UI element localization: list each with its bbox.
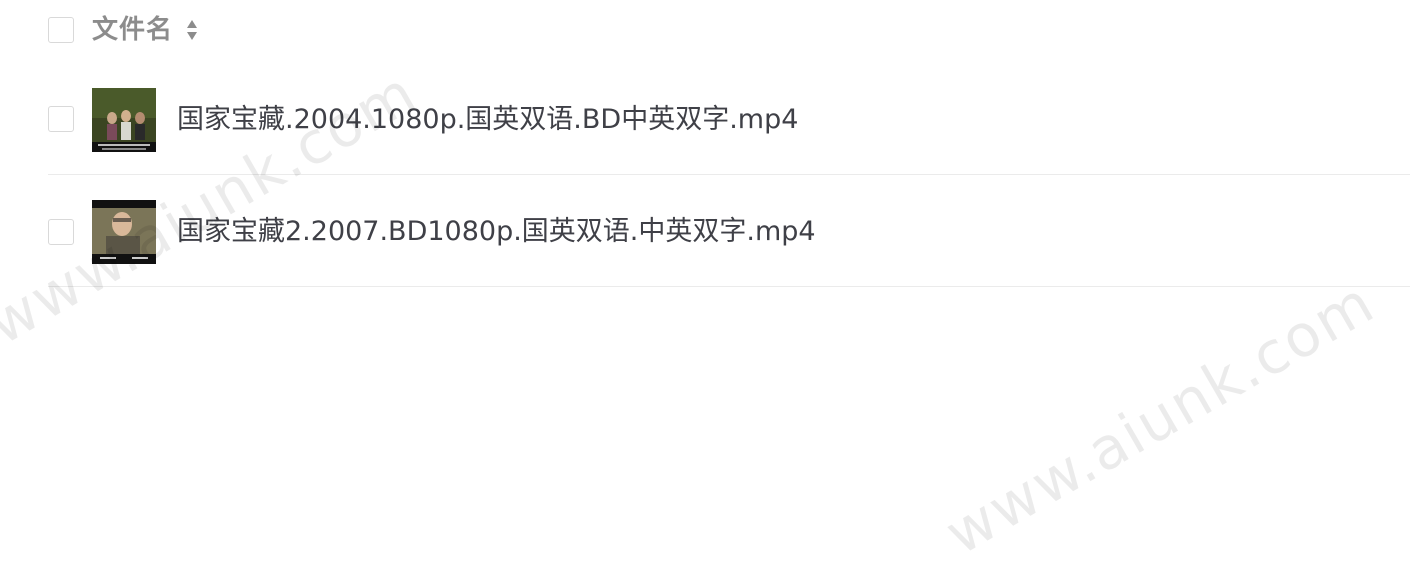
row-checkbox[interactable] (48, 219, 74, 245)
file-row[interactable]: 国家宝藏2.2007.BD1080p.国英双语.中英双字.mp4 (0, 174, 1410, 286)
sort-icon[interactable] (185, 18, 199, 42)
row-checkbox[interactable] (48, 106, 74, 132)
row-divider (48, 286, 1410, 287)
file-row[interactable]: 国家宝藏.2004.1080p.国英双语.BD中英双字.mp4 (0, 62, 1410, 174)
watermark: www.aiunk.com (934, 267, 1386, 568)
column-header-filename[interactable]: 文件名 (92, 13, 173, 47)
video-thumbnail (92, 200, 156, 264)
file-name[interactable]: 国家宝藏2.2007.BD1080p.国英双语.中英双字.mp4 (177, 215, 816, 249)
file-name[interactable]: 国家宝藏.2004.1080p.国英双语.BD中英双字.mp4 (177, 103, 798, 137)
select-all-checkbox[interactable] (48, 17, 74, 43)
video-thumbnail (92, 88, 156, 152)
